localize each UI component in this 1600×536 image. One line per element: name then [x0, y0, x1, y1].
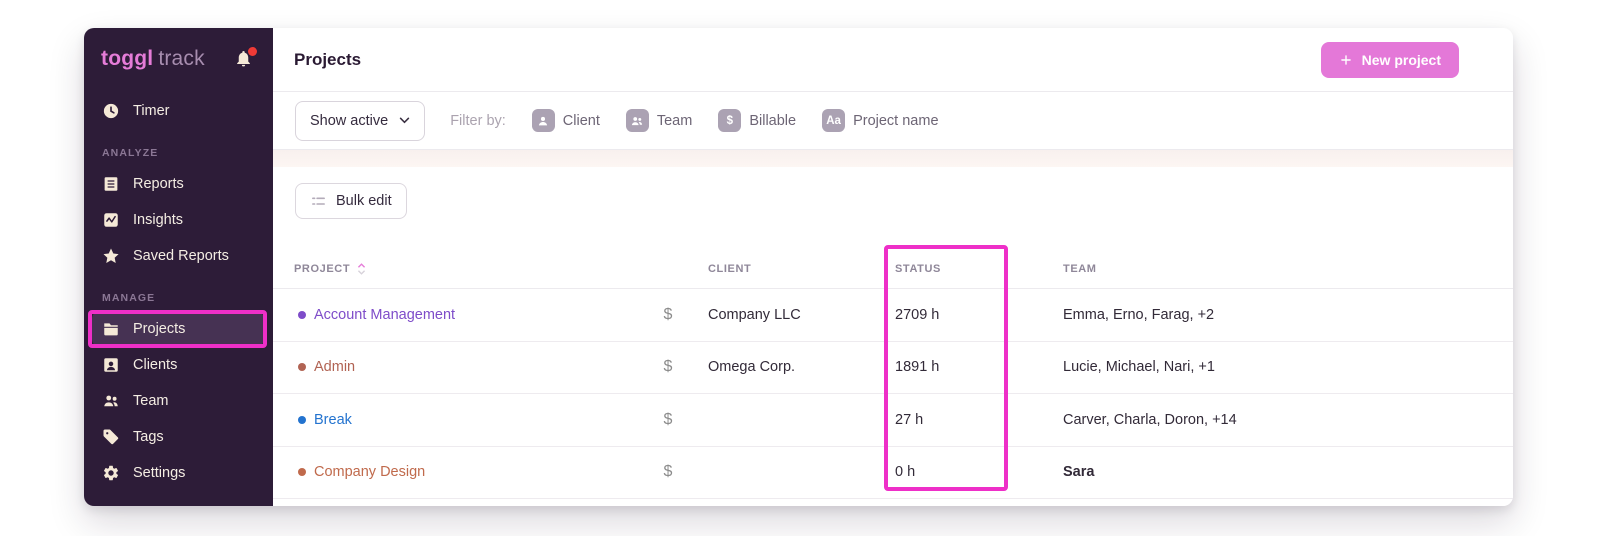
clock-icon — [102, 102, 120, 120]
project-name-link[interactable]: Break — [314, 412, 352, 428]
sidebar-item-clients[interactable]: Clients — [92, 347, 264, 383]
sidebar-item-label: Saved Reports — [133, 248, 229, 264]
project-name-link[interactable]: Account Management — [314, 307, 455, 323]
sidebar-header: toggltrack — [84, 28, 273, 90]
sidebar-item-projects[interactable]: Projects — [92, 311, 264, 347]
show-active-dropdown[interactable]: Show active — [295, 101, 425, 141]
billable-icon: $ — [718, 109, 741, 132]
sidebar-item-label: Projects — [133, 321, 185, 337]
page-title: Projects — [294, 50, 361, 70]
star-icon — [102, 247, 120, 265]
notifications-bell-icon[interactable] — [234, 49, 254, 69]
notice-banner — [273, 150, 1513, 167]
filter-bar: Show active Filter by: Client Team — [273, 92, 1513, 150]
sidebar-item-label: Tags — [133, 429, 164, 445]
client-cell: Company LLC — [688, 307, 895, 323]
filter-billable[interactable]: $ Billable — [718, 109, 796, 132]
reports-icon — [102, 175, 120, 193]
sidebar-item-label: Clients — [133, 357, 177, 373]
column-header-project[interactable]: PROJECT — [273, 262, 648, 276]
bulk-edit-button[interactable]: Bulk edit — [295, 183, 407, 219]
filter-by-label: Filter by: — [450, 113, 506, 129]
team-icon — [102, 392, 120, 410]
sidebar-section-analyze: ANALYZE — [84, 143, 273, 163]
team-avatar-icon — [626, 109, 649, 132]
table-row[interactable]: Break $ 27 h Carver, Charla, Doron, +14 — [273, 394, 1513, 447]
filter-client-label: Client — [563, 113, 600, 129]
table-row[interactable]: Account Management $ Company LLC 2709 h … — [273, 289, 1513, 342]
sidebar-item-tags[interactable]: Tags — [92, 419, 264, 455]
screenshot-canvas: toggltrack Timer ANALYZE Reports — [0, 0, 1600, 536]
team-cell: Lucie, Michael, Nari, +1 — [1063, 359, 1513, 375]
projects-table: PROJECT CLIENT STATUS TEAM Account Ma — [273, 249, 1513, 506]
notification-badge — [248, 47, 257, 56]
project-name-link[interactable]: Admin — [314, 359, 355, 375]
team-cell: Carver, Charla, Doron, +14 — [1063, 412, 1513, 428]
tag-icon — [102, 428, 120, 446]
toolbar: Bulk edit — [273, 167, 1513, 249]
project-color-dot — [298, 363, 306, 371]
filter-team[interactable]: Team — [626, 109, 692, 132]
billable-indicator: $ — [648, 358, 688, 376]
project-name-icon: Aa — [822, 109, 845, 132]
sidebar-item-team[interactable]: Team — [92, 383, 264, 419]
sidebar-item-saved-reports[interactable]: Saved Reports — [92, 238, 264, 274]
filter-billable-label: Billable — [749, 113, 796, 129]
sort-arrows-icon — [357, 262, 366, 276]
sidebar-item-label: Insights — [133, 212, 183, 228]
column-header-team: TEAM — [1063, 263, 1513, 275]
bulk-edit-label: Bulk edit — [336, 193, 392, 209]
status-cell: 1891 h — [895, 359, 1063, 375]
sidebar-item-label: Timer — [133, 103, 170, 119]
filter-client[interactable]: Client — [532, 109, 600, 132]
project-color-dot — [298, 416, 306, 424]
clients-icon — [102, 356, 120, 374]
team-cell: Emma, Erno, Farag, +2 — [1063, 307, 1513, 323]
chevron-down-icon — [399, 117, 410, 124]
filter-project-name[interactable]: Aa Project name — [822, 109, 938, 132]
logo-track: track — [158, 47, 205, 70]
filter-team-label: Team — [657, 113, 692, 129]
filter-project-name-label: Project name — [853, 113, 938, 129]
billable-indicator: $ — [648, 306, 688, 324]
sidebar-item-reports[interactable]: Reports — [92, 166, 264, 202]
sidebar-item-label: Settings — [133, 465, 185, 481]
status-cell: 2709 h — [895, 307, 1063, 323]
plus-icon — [1339, 53, 1353, 67]
bulk-edit-list-icon — [310, 193, 327, 210]
logo-toggl: toggl — [101, 47, 153, 70]
folder-icon — [102, 320, 120, 338]
status-cell: 27 h — [895, 412, 1063, 428]
new-project-button[interactable]: New project — [1321, 42, 1459, 78]
client-cell: Omega Corp. — [688, 359, 895, 375]
billable-indicator: $ — [648, 411, 688, 429]
sidebar-item-insights[interactable]: Insights — [92, 202, 264, 238]
status-cell: 0 h — [895, 464, 1063, 480]
project-color-dot — [298, 311, 306, 319]
new-project-label: New project — [1362, 52, 1441, 68]
sidebar-item-label: Reports — [133, 176, 184, 192]
team-cell: Sara — [1063, 464, 1513, 480]
column-header-client: CLIENT — [688, 263, 895, 275]
app-window: toggltrack Timer ANALYZE Reports — [84, 28, 1513, 506]
gear-icon — [102, 464, 120, 482]
sidebar-section-manage: MANAGE — [84, 288, 273, 308]
insights-icon — [102, 211, 120, 229]
table-header-row: PROJECT CLIENT STATUS TEAM — [273, 249, 1513, 289]
billable-indicator: $ — [648, 463, 688, 481]
sidebar: toggltrack Timer ANALYZE Reports — [84, 28, 273, 506]
client-avatar-icon — [532, 109, 555, 132]
table-row[interactable]: Company Design $ 0 h Sara — [273, 447, 1513, 500]
sidebar-item-settings[interactable]: Settings — [92, 455, 264, 491]
column-header-status: STATUS — [895, 263, 1063, 275]
project-name-link[interactable]: Company Design — [314, 464, 425, 480]
page-header: Projects New project — [273, 28, 1513, 92]
sidebar-item-timer[interactable]: Timer — [92, 93, 264, 129]
main-content: Projects New project Show active Filter … — [273, 28, 1513, 506]
project-color-dot — [298, 468, 306, 476]
table-row[interactable]: Admin $ Omega Corp. 1891 h Lucie, Michae… — [273, 342, 1513, 395]
sidebar-item-label: Team — [133, 393, 168, 409]
show-active-label: Show active — [310, 113, 388, 129]
toggl-track-logo[interactable]: toggltrack — [101, 47, 205, 71]
